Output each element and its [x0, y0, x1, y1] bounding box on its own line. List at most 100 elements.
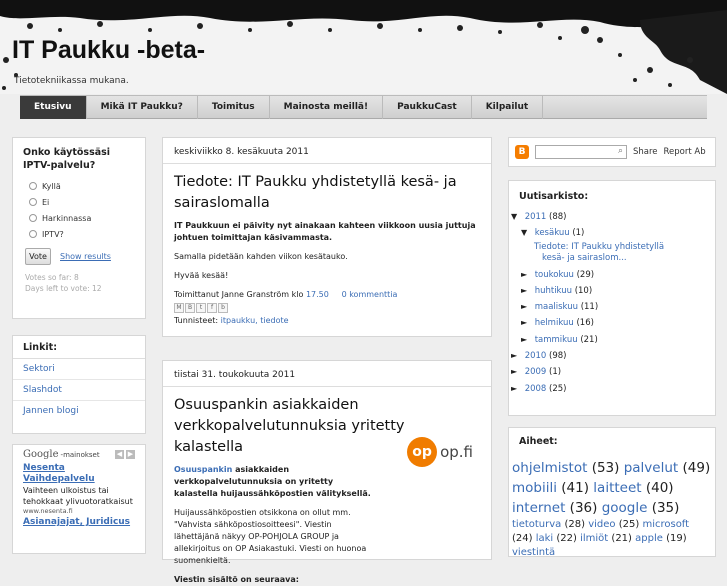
blogger-icon[interactable]: B: [515, 145, 529, 159]
expand-arrow-icon[interactable]: ►: [511, 348, 522, 364]
archive-month[interactable]: kesäkuu: [535, 228, 570, 238]
archive-post-link[interactable]: Tiedote: IT Paukku yhdistetyllä: [534, 242, 664, 252]
tag-link[interactable]: video: [588, 519, 615, 530]
collapse-arrow-icon[interactable]: ▼: [521, 225, 532, 241]
radio-button[interactable]: [29, 214, 37, 222]
search-input[interactable]: ⌕: [535, 145, 627, 159]
radio-button[interactable]: [29, 182, 37, 190]
tag-count: (28): [564, 519, 586, 530]
tag-link[interactable]: internet: [512, 500, 565, 516]
expand-arrow-icon[interactable]: ►: [521, 267, 532, 283]
bank-link[interactable]: Osuuspankin: [174, 465, 232, 474]
poll-votes-count: Votes so far: 8: [25, 273, 79, 282]
tag-link[interactable]: microsoft: [642, 519, 689, 530]
expand-arrow-icon[interactable]: ►: [521, 283, 532, 299]
archive-year[interactable]: 2011: [525, 212, 547, 222]
archive-count: (10): [574, 285, 593, 296]
main-nav: Etusivu Mikä IT Paukku? Toimitus Mainost…: [20, 95, 707, 119]
poll-option[interactable]: IPTV?: [13, 226, 145, 242]
archive-post-link[interactable]: kesä- ja sairaslom...: [542, 253, 627, 263]
poll-option[interactable]: Harkinnassa: [13, 210, 145, 226]
post-title[interactable]: Tiedote: IT Paukku yhdistetyllä kesä- ja…: [163, 164, 491, 214]
nav-tab-kilpailut[interactable]: Kilpailut: [472, 96, 544, 119]
expand-arrow-icon[interactable]: ►: [511, 381, 522, 397]
poll-option-label: Kyllä: [42, 181, 61, 191]
archive-month[interactable]: maaliskuu: [535, 302, 578, 312]
tag-link[interactable]: apple: [635, 533, 663, 544]
nav-tab-mainosta[interactable]: Mainosta meillä!: [270, 96, 384, 119]
tag-count: (49): [682, 460, 711, 476]
tag-count: (19): [666, 533, 687, 544]
expand-arrow-icon[interactable]: ►: [521, 299, 532, 315]
post-comments-link[interactable]: 0 kommenttia: [342, 290, 398, 299]
next-arrow-icon[interactable]: ▶: [126, 450, 135, 459]
tag-link[interactable]: google: [602, 500, 648, 516]
nav-tab-paukkucast[interactable]: PaukkuCast: [383, 96, 472, 119]
poll-option-label: Ei: [42, 197, 50, 207]
expand-arrow-icon[interactable]: ►: [511, 364, 522, 380]
expand-arrow-icon[interactable]: ►: [521, 315, 532, 331]
blog-title[interactable]: IT Paukku -beta-: [12, 36, 205, 65]
email-icon[interactable]: M: [174, 303, 184, 313]
facebook-icon[interactable]: f: [207, 303, 217, 313]
post-tags-links[interactable]: itpaukku, tiedote: [221, 316, 289, 325]
twitter-icon[interactable]: t: [196, 303, 206, 313]
search-icon[interactable]: ⌕: [618, 146, 623, 156]
tag-count: (35): [651, 500, 680, 516]
nav-tab-etusivu[interactable]: Etusivu: [20, 96, 87, 119]
archive-year[interactable]: 2008: [525, 384, 547, 394]
poll-option[interactable]: Ei: [13, 194, 145, 210]
archive-month[interactable]: huhtikuu: [535, 286, 572, 296]
blogthis-icon[interactable]: B: [185, 303, 195, 313]
vote-button[interactable]: Vote: [25, 248, 51, 265]
tag-count: (25): [618, 519, 640, 530]
archive-year[interactable]: 2010: [525, 351, 547, 361]
share-link[interactable]: Share: [633, 147, 658, 157]
radio-button[interactable]: [29, 198, 37, 206]
post-paragraph: Viestin sisältö on seuraava:: [174, 575, 299, 584]
link-sektori[interactable]: Sektori: [13, 359, 145, 380]
nav-tab-mika-it-paukku[interactable]: Mikä IT Paukku?: [87, 96, 198, 119]
ad-url[interactable]: www.nesenta.fi: [23, 507, 135, 515]
archive-month[interactable]: toukokuu: [535, 270, 574, 280]
archive-month[interactable]: tammikuu: [535, 335, 578, 345]
tag-link[interactable]: ohjelmistot: [512, 460, 587, 476]
archive-count: (88): [549, 212, 567, 222]
expand-arrow-icon[interactable]: ►: [521, 332, 532, 348]
op-logo-text: op.fi: [440, 443, 473, 461]
post-time-link[interactable]: 17.50: [306, 290, 329, 299]
ad-title[interactable]: Nesenta Vaihdepalvelu: [23, 463, 135, 485]
show-results-link[interactable]: Show results: [60, 252, 111, 261]
tag-link[interactable]: palvelut: [624, 460, 679, 476]
nav-tab-toimitus[interactable]: Toimitus: [198, 96, 270, 119]
prev-arrow-icon[interactable]: ◀: [115, 450, 124, 459]
link-slashdot[interactable]: Slashdot: [13, 380, 145, 401]
collapse-arrow-icon[interactable]: ▼: [511, 209, 522, 225]
archive-title: Uutisarkisto:: [519, 191, 589, 202]
archive-year[interactable]: 2009: [525, 367, 547, 377]
report-abuse-link[interactable]: Report Ab: [664, 147, 706, 157]
link-jannen-blogi[interactable]: Jannen blogi: [13, 401, 145, 422]
blog-post: keskiviikko 8. kesäkuuta 2011 Tiedote: I…: [162, 137, 492, 337]
tag-link[interactable]: mobiili: [512, 480, 557, 496]
buzz-icon[interactable]: b: [218, 303, 228, 313]
tag-link[interactable]: viestintä: [512, 547, 555, 558]
archive-month[interactable]: helmikuu: [535, 318, 574, 328]
tag-link[interactable]: ilmiöt: [580, 533, 608, 544]
post-date: tiistai 31. toukokuuta 2011: [163, 361, 491, 387]
radio-button[interactable]: [29, 230, 37, 238]
archive-count: (98): [549, 351, 567, 362]
tag-count: (36): [569, 500, 598, 516]
poll-days-left: Days left to vote: 12: [25, 284, 102, 293]
ad-title[interactable]: Asianajajat, Juridicus: [23, 517, 135, 528]
tag-count: (21): [611, 533, 632, 544]
tag-count: (41): [561, 480, 589, 496]
tag-link[interactable]: laki: [536, 533, 553, 544]
poll-option-label: Harkinnassa: [42, 213, 92, 223]
tag-count: (53): [591, 460, 620, 476]
archive-count: (1): [549, 367, 562, 378]
tag-link[interactable]: laitteet: [593, 480, 641, 496]
tag-link[interactable]: tietoturva: [512, 519, 561, 530]
tag-count: (24): [512, 533, 533, 544]
poll-option[interactable]: Kyllä: [13, 178, 145, 194]
